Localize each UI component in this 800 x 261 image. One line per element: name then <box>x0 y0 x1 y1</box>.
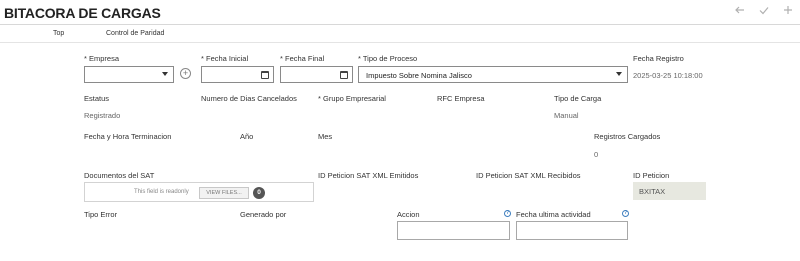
calendar-icon[interactable] <box>261 71 269 79</box>
files-count-badge: 0 <box>253 187 265 199</box>
grupo-empresarial-label: * Grupo Empresarial <box>318 94 386 103</box>
tab-bar: Top Control de Paridad <box>0 25 800 42</box>
empresa-label: * Empresa <box>84 54 120 63</box>
id-peticion-field: BXITAX <box>633 182 706 200</box>
generado-por-label: Generado por <box>240 210 287 219</box>
tipo-error-label: Tipo Error <box>84 210 118 219</box>
empresa-select[interactable] <box>84 66 174 83</box>
fecha-ultima-actividad-label: Fecha ultima actividad <box>516 210 591 219</box>
calendar-icon[interactable] <box>340 71 348 79</box>
help-icon[interactable]: ? <box>622 210 629 217</box>
back-arrow-icon[interactable] <box>732 4 748 20</box>
rfc-empresa-label: RFC Empresa <box>437 94 485 103</box>
anio-label: Año <box>240 132 254 141</box>
checkmark-icon[interactable] <box>756 4 772 20</box>
tabs-divider <box>0 42 800 43</box>
readonly-notice: This field is readonly <box>134 189 189 195</box>
chevron-down-icon <box>616 72 622 76</box>
accion-input[interactable] <box>397 221 510 240</box>
fecha-ultima-actividad-input[interactable] <box>516 221 628 240</box>
tipo-proceso-value: Impuesto Sobre Nomina Jalisco <box>366 71 472 80</box>
tab-control-de-paridad[interactable]: Control de Paridad <box>106 30 164 37</box>
help-icon[interactable]: ? <box>504 210 511 217</box>
tipo-proceso-label: * Tipo de Proceso <box>358 54 418 63</box>
documentos-sat-label: Documentos del SAT <box>84 171 155 180</box>
id-peticion-value: BXITAX <box>639 187 666 196</box>
fecha-hora-terminacion-label: Fecha y Hora Terminacion <box>84 132 172 141</box>
tipo-carga-value: Manual <box>554 111 579 120</box>
add-empresa-icon[interactable]: + <box>180 68 191 79</box>
fecha-inicial-input[interactable] <box>201 66 274 83</box>
chevron-down-icon <box>162 72 168 76</box>
fecha-final-input[interactable] <box>280 66 353 83</box>
id-peticion-emitidos-label: ID Peticion SAT XML Emitidos <box>318 171 419 180</box>
tab-top[interactable]: Top <box>53 30 64 37</box>
registros-cargados-label: Registros Cargados <box>594 132 661 141</box>
plus-icon[interactable] <box>780 4 796 20</box>
mes-label: Mes <box>318 132 333 141</box>
fecha-inicial-label: * Fecha Inicial <box>201 54 249 63</box>
tipo-carga-label: Tipo de Carga <box>554 94 602 103</box>
id-peticion-label: ID Peticion <box>633 171 670 180</box>
view-files-button[interactable]: VIEW FILES... <box>199 187 249 199</box>
fecha-registro-value: 2025-03-25 10:18:00 <box>633 71 703 80</box>
accion-label: Accion <box>397 210 420 219</box>
estatus-value: Registrado <box>84 111 121 120</box>
dias-cancelados-label: Numero de Dias Cancelados <box>201 94 297 103</box>
page-title: BITACORA DE CARGAS <box>4 5 161 21</box>
estatus-label: Estatus <box>84 94 110 103</box>
id-peticion-recibidos-label: ID Peticion SAT XML Recibidos <box>476 171 581 180</box>
tipo-proceso-select[interactable]: Impuesto Sobre Nomina Jalisco <box>358 66 628 83</box>
fecha-final-label: * Fecha Final <box>280 54 325 63</box>
fecha-registro-label: Fecha Registro <box>633 54 684 63</box>
documentos-sat-dropzone: This field is readonly VIEW FILES... 0 <box>84 182 314 202</box>
page-header: BITACORA DE CARGAS <box>0 0 800 24</box>
registros-cargados-value: 0 <box>594 150 599 159</box>
